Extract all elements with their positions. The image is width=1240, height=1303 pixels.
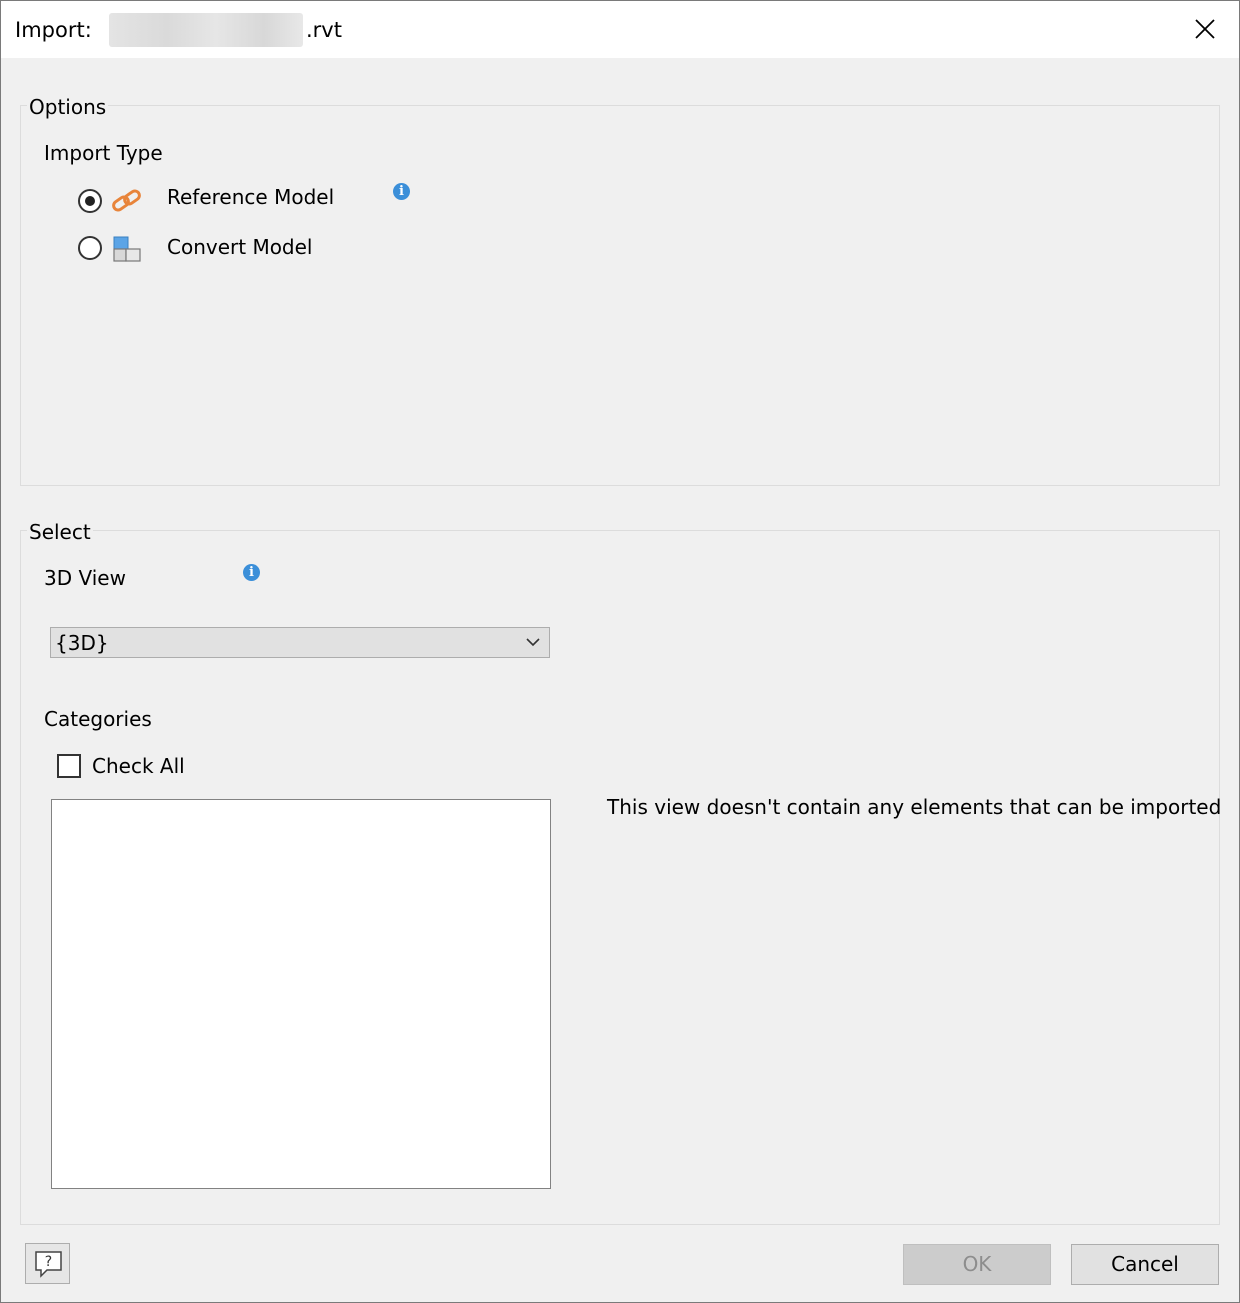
help-question-icon: ? [35,1251,62,1278]
empty-view-message: This view doesn't contain any elements t… [607,795,1222,819]
options-legend: Options [27,95,109,119]
categories-list[interactable] [51,799,551,1189]
dialog-title: Import: [15,18,92,42]
svg-text:?: ? [45,1254,52,1270]
redacted-filename [109,13,303,47]
title-file-extension: .rvt [306,18,342,42]
info-icon[interactable]: i [243,564,260,581]
categories-label: Categories [44,707,152,731]
options-group [20,105,1220,486]
check-all-label[interactable]: Check All [92,754,185,778]
cubes-icon [113,236,141,262]
radio-selected-dot [85,196,95,206]
reference-model-radio[interactable] [78,189,102,213]
import-dialog: Import: .rvt Options Import Type Referen… [0,0,1240,1303]
convert-model-radio[interactable] [78,236,102,260]
3d-view-label: 3D View [44,566,126,590]
close-button[interactable] [1183,9,1227,49]
chain-link-icon [112,189,141,212]
import-type-label: Import Type [44,141,163,165]
check-all-checkbox[interactable] [57,754,81,778]
cancel-button[interactable]: Cancel [1071,1244,1219,1285]
title-bar: Import: .rvt [1,1,1239,58]
convert-model-label[interactable]: Convert Model [167,235,313,259]
select-legend: Select [27,520,93,544]
reference-model-label[interactable]: Reference Model [167,185,334,209]
3d-view-dropdown[interactable]: {3D} [50,627,550,658]
help-button[interactable]: ? [25,1243,70,1284]
close-icon [1195,19,1215,39]
3d-view-selected-value: {3D} [55,631,109,655]
ok-button[interactable]: OK [903,1244,1051,1285]
info-icon[interactable]: i [393,183,410,200]
chevron-down-icon [526,638,540,647]
